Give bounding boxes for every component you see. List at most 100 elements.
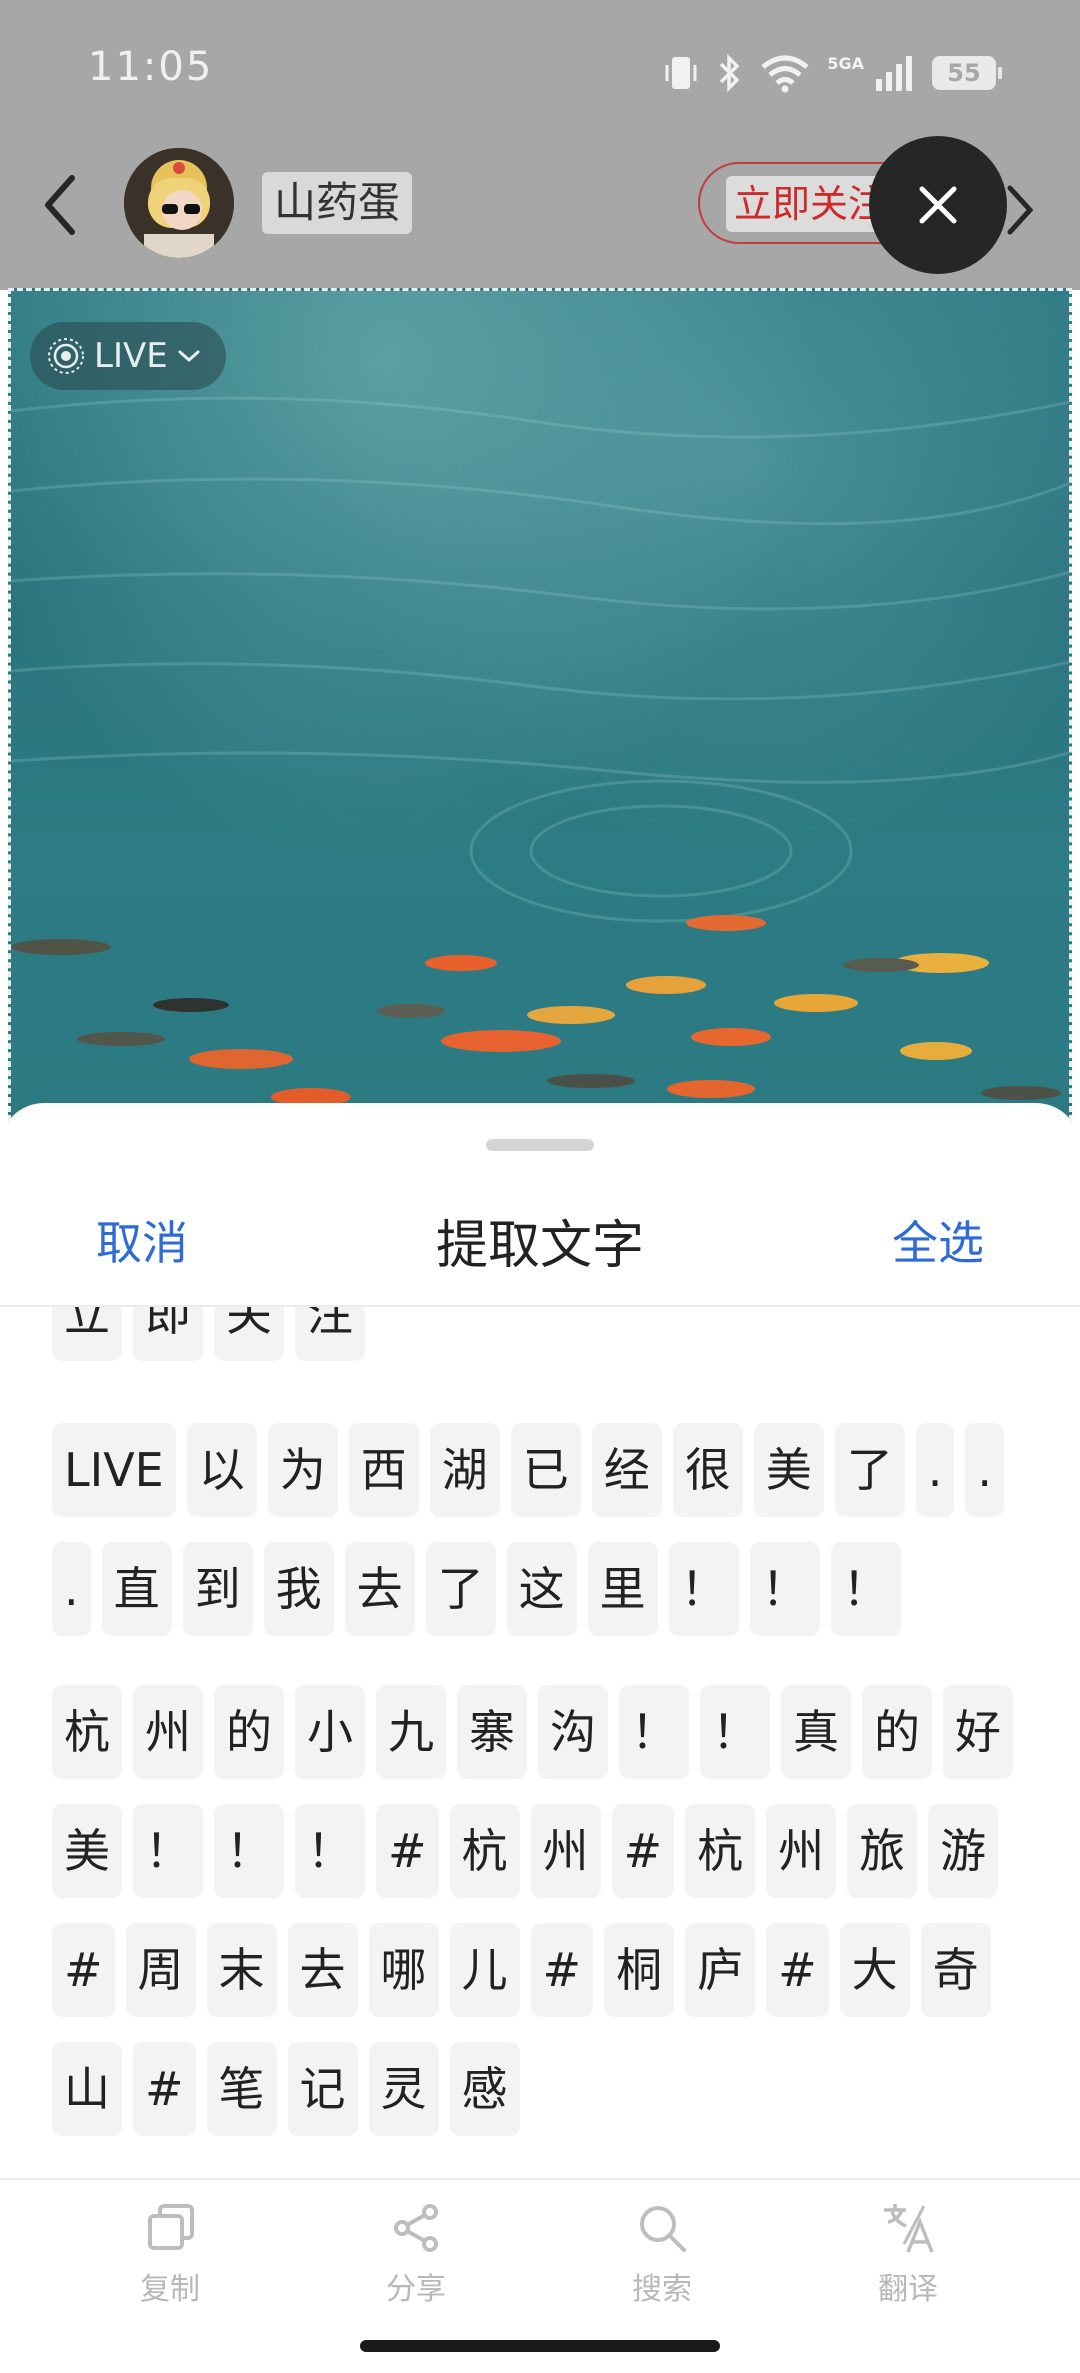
char-chip[interactable]: 立 (52, 1307, 122, 1361)
char-chip[interactable]: 感 (449, 2042, 520, 2136)
char-chip[interactable]: # (611, 1804, 675, 1898)
char-chip[interactable]: 小 (295, 1685, 365, 1779)
network-type: 5GA (827, 53, 864, 73)
char-chip[interactable]: 庐 (685, 1923, 756, 2017)
water-image (11, 396, 1069, 1106)
char-chip[interactable]: 儿 (449, 1923, 520, 2017)
copy-label: 复制 (140, 2272, 200, 2307)
char-chip[interactable]: 笔 (206, 2042, 277, 2136)
char-chip[interactable]: . (965, 1423, 1004, 1517)
char-chip[interactable]: . (52, 1542, 91, 1636)
char-row: LIVE 以为西湖已经很美了.. (52, 1423, 1004, 1517)
char-chip[interactable]: 州 (766, 1804, 837, 1898)
char-chip[interactable]: ！ (133, 1804, 203, 1898)
char-chip[interactable]: 哪 (368, 1923, 439, 2017)
char-chip[interactable]: 周 (125, 1923, 196, 2017)
char-chip[interactable]: 桐 (604, 1923, 675, 2017)
char-chip[interactable]: 杭 (52, 1685, 122, 1779)
search-icon (640, 2206, 686, 2252)
char-chip[interactable]: 末 (206, 1923, 277, 2017)
char-row: 立即关注 (52, 1307, 365, 1361)
char-chip[interactable]: 州 (133, 1685, 203, 1779)
copy-button[interactable]: 复制 (100, 2200, 240, 2308)
char-chip[interactable]: 美 (52, 1804, 122, 1898)
toolbar-divider (0, 2178, 1080, 2180)
char-chip[interactable]: 已 (510, 1423, 581, 1517)
char-chip[interactable]: 注 (295, 1307, 365, 1361)
sheet-header: 取消 提取文字 全选 (0, 1193, 1080, 1289)
char-chip[interactable]: 直 (101, 1542, 172, 1636)
char-chip[interactable]: # (52, 1923, 115, 2017)
vibrate-icon (665, 57, 697, 89)
close-button[interactable] (869, 136, 1007, 274)
author-name[interactable]: 山药蛋 (262, 172, 413, 234)
char-chip[interactable]: 好 (943, 1685, 1013, 1779)
char-chip[interactable]: 以 (186, 1423, 257, 1517)
char-chip[interactable]: # (376, 1804, 439, 1898)
char-chip[interactable]: 沟 (538, 1685, 608, 1779)
char-chip[interactable]: 去 (287, 1923, 358, 2017)
close-icon (919, 186, 957, 224)
char-chip[interactable]: ！ (619, 1685, 689, 1779)
char-chip[interactable]: 大 (839, 1923, 910, 2017)
char-chip[interactable]: LIVE (52, 1423, 176, 1517)
chevron-down-icon (178, 350, 200, 363)
char-chip[interactable]: 去 (344, 1542, 415, 1636)
char-chip[interactable]: 的 (862, 1685, 932, 1779)
char-chip[interactable]: 旅 (847, 1804, 918, 1898)
char-chip[interactable]: ！ (214, 1804, 284, 1898)
char-row: . 直到我去了这里！！！ (52, 1542, 901, 1636)
char-chip[interactable]: 了 (834, 1423, 905, 1517)
home-indicator[interactable] (360, 2340, 720, 2352)
char-chip[interactable]: 里 (587, 1542, 658, 1636)
char-chip[interactable]: 杭 (449, 1804, 520, 1898)
char-chip[interactable]: 很 (672, 1423, 743, 1517)
status-time: 11:05 (88, 44, 214, 90)
sheet-grabber[interactable] (486, 1139, 594, 1151)
char-chip[interactable]: 奇 (920, 1923, 991, 2017)
live-photo-badge[interactable]: LIVE (30, 322, 226, 390)
char-chip[interactable]: 山 (52, 2042, 122, 2136)
char-chip[interactable]: . (915, 1423, 955, 1517)
back-icon[interactable] (36, 170, 86, 240)
char-chip[interactable]: 九 (376, 1685, 446, 1779)
avatar[interactable] (124, 148, 234, 258)
signal-icon (876, 56, 912, 91)
char-chip[interactable]: 美 (753, 1423, 824, 1517)
char-chip[interactable]: 的 (214, 1685, 284, 1779)
char-chip[interactable]: 为 (267, 1423, 338, 1517)
char-chip[interactable]: # (766, 1923, 829, 2017)
char-chip[interactable]: 灵 (368, 2042, 439, 2136)
char-chip[interactable]: 记 (287, 2042, 358, 2136)
char-chip[interactable]: 寨 (457, 1685, 527, 1779)
char-chip[interactable]: 杭 (685, 1804, 756, 1898)
char-chip[interactable]: 关 (214, 1307, 284, 1361)
char-chip[interactable]: ！ (830, 1542, 901, 1636)
share-button[interactable]: 分享 (346, 2200, 486, 2308)
translate-button[interactable]: 翻译 (838, 2200, 978, 2308)
live-photo-icon (48, 338, 84, 374)
share-icon (394, 2204, 438, 2252)
char-chip[interactable]: 这 (506, 1542, 577, 1636)
char-chip[interactable]: ！ (700, 1685, 770, 1779)
char-row: # 周末去哪儿 # 桐庐 # 大奇 (52, 1923, 991, 2017)
char-chip[interactable]: ！ (749, 1542, 820, 1636)
char-chip[interactable]: 湖 (429, 1423, 500, 1517)
char-chip[interactable]: 真 (781, 1685, 851, 1779)
char-row: 美！！！ # 杭州 # 杭州旅游 (52, 1804, 999, 1898)
char-chip[interactable]: 游 (928, 1804, 999, 1898)
char-chip[interactable]: 西 (348, 1423, 419, 1517)
char-chip[interactable]: 经 (591, 1423, 662, 1517)
char-chip[interactable]: 到 (182, 1542, 253, 1636)
copy-icon (148, 2204, 194, 2250)
search-button[interactable]: 搜索 (592, 2200, 732, 2308)
char-chip[interactable]: 了 (425, 1542, 496, 1636)
char-chip[interactable]: # (530, 1923, 594, 2017)
char-chip[interactable]: 我 (263, 1542, 334, 1636)
select-all-button[interactable]: 全选 (892, 1207, 984, 1273)
char-chip[interactable]: 即 (133, 1307, 203, 1361)
char-chip[interactable]: 州 (530, 1804, 601, 1898)
char-chip[interactable]: # (133, 2042, 196, 2136)
char-chip[interactable]: ！ (668, 1542, 739, 1636)
char-chip[interactable]: ！ (295, 1804, 365, 1898)
